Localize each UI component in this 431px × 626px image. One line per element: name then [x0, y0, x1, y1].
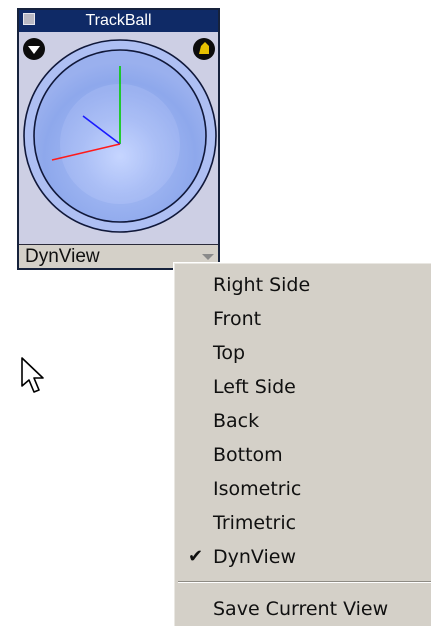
screen: TrackBall DynView Right Side Front Top L…: [0, 0, 431, 626]
menu-item-isometric[interactable]: Isometric: [174, 472, 431, 506]
mouse-pointer-icon: [20, 356, 46, 400]
menu-item-label: Back: [213, 410, 260, 432]
view-select-value: DynView: [25, 246, 100, 267]
panel-title: TrackBall: [85, 12, 152, 29]
chevron-down-icon[interactable]: [202, 254, 214, 260]
menu-item-label: Top: [213, 342, 246, 364]
menu-item-label: Right Side: [213, 274, 311, 296]
menu-item-trimetric[interactable]: Trimetric: [174, 506, 431, 540]
trackball-svg[interactable]: [19, 32, 218, 240]
menu-item-label: DynView: [213, 546, 297, 568]
menu-item-label: Front: [213, 308, 262, 330]
view-context-menu: Right Side Front Top Left Side Back Bott…: [173, 262, 431, 626]
down-arrow-circle-icon[interactable]: [23, 38, 45, 60]
title-bar[interactable]: TrackBall: [19, 10, 218, 32]
yellow-arrow-circle-icon[interactable]: [193, 38, 215, 60]
menu-item-label: Bottom: [213, 444, 283, 466]
menu-item-top[interactable]: Top: [174, 336, 431, 370]
menu-item-front[interactable]: Front: [174, 302, 431, 336]
menu-item-label: Trimetric: [213, 512, 297, 534]
trackball-panel: TrackBall DynView: [17, 8, 220, 270]
menu-item-label: Left Side: [213, 376, 296, 398]
menu-item-label: Isometric: [213, 478, 302, 500]
trackball-canvas[interactable]: [19, 32, 218, 240]
menu-item-left-side[interactable]: Left Side: [174, 370, 431, 404]
menu-separator: [178, 581, 431, 583]
check-icon: ✔: [188, 546, 204, 567]
menu-item-right-side[interactable]: Right Side: [174, 268, 431, 302]
menu-item-label: Save Current View: [213, 598, 389, 620]
menu-item-dynview[interactable]: ✔ DynView: [174, 540, 431, 574]
menu-item-save-current-view[interactable]: Save Current View: [174, 592, 431, 626]
menu-item-back[interactable]: Back: [174, 404, 431, 438]
menu-item-bottom[interactable]: Bottom: [174, 438, 431, 472]
